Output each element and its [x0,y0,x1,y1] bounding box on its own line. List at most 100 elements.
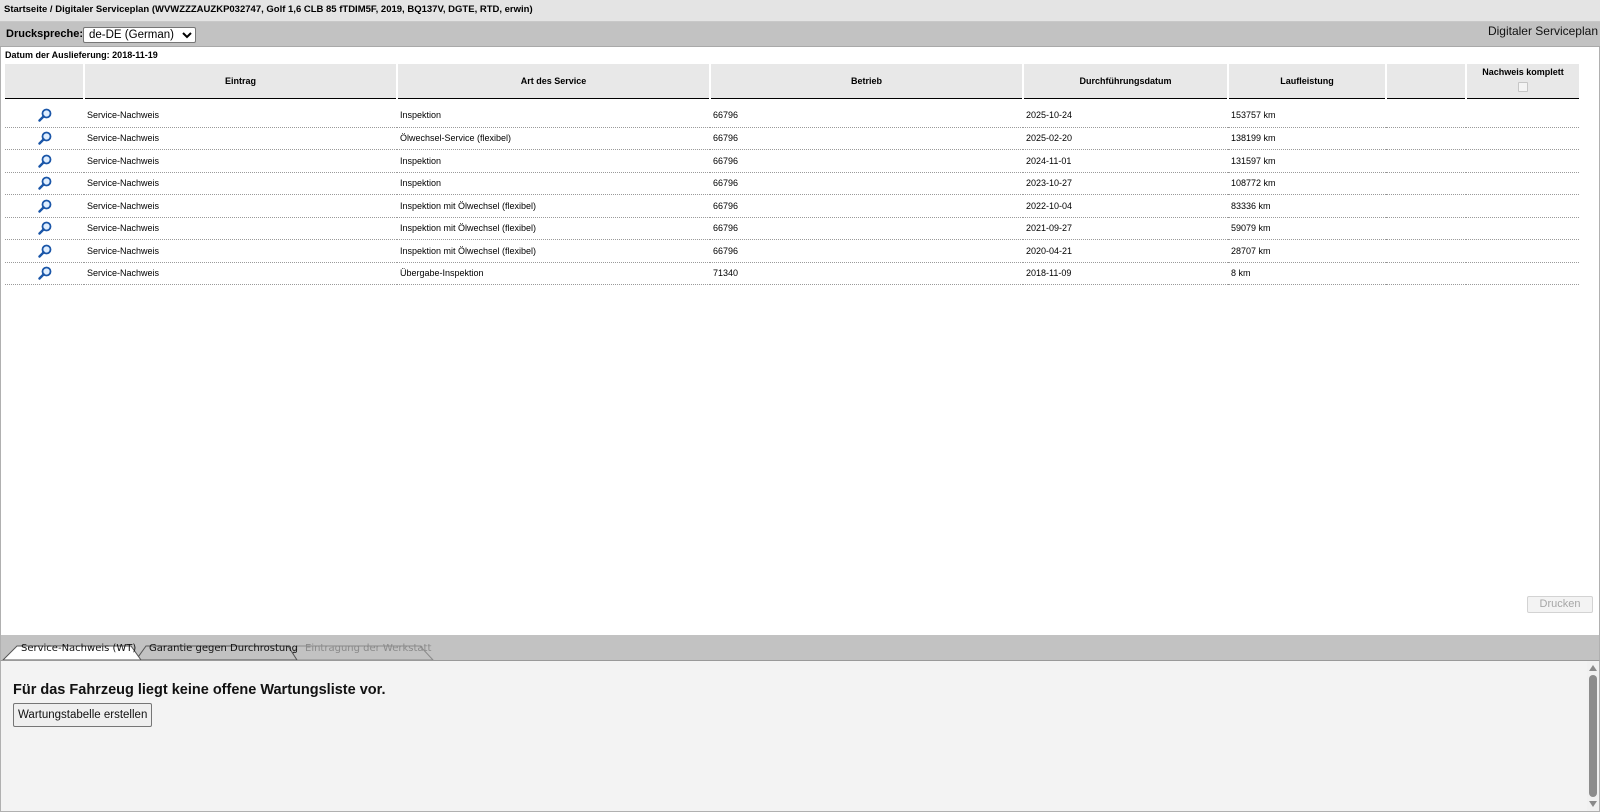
toolbar: Druckspreche: de-DE (German) Digitaler S… [0,22,1600,47]
view-title: Digitaler Serviceplan [1487,24,1598,38]
vertical-scrollbar[interactable] [1587,661,1599,811]
cell-laufleistung: 59079 km [1228,217,1386,240]
cell-laufleistung: 131597 km [1228,149,1386,173]
table-row[interactable]: Service-Nachweis Inspektion 66796 2025-10-2… [5,98,1579,128]
create-maintenance-table-button[interactable]: Wartungstabelle erstellen [13,703,153,727]
cell-durchfuehrungsdatum: 2020-04-21 [1023,239,1228,263]
header-nachweis-komplett-label: Nachweis komplett [1482,67,1564,77]
cell-art-des-service: Inspektion mit Ölwechsel (flexibel) [397,217,710,240]
table-row[interactable]: Service-Nachweis Inspektion mit Ölwechsel… [5,194,1579,218]
magnifier-icon[interactable] [37,244,52,258]
cell-empty [1386,149,1466,173]
table-header-row: Eintrag Art des Service Betrieb Durchfüh… [5,64,1579,99]
breadcrumb: Startseite / Digitaler Serviceplan (WVWZ… [0,0,1600,22]
cell-nachweis-komplett [1466,217,1579,240]
cell-empty [1386,239,1466,263]
cell-eintrag: Service-Nachweis [84,98,397,128]
cell-details [5,127,84,150]
cell-eintrag: Service-Nachweis [84,262,397,285]
tab-strip: Service-Nachweis (WT) Garantie gegen Dur… [0,635,1600,660]
cell-durchfuehrungsdatum: 2023-10-27 [1023,172,1228,195]
cell-details [5,194,84,218]
header-laufleistung[interactable]: Laufleistung [1228,64,1387,99]
table-row[interactable]: Service-Nachweis Inspektion 66796 2024-11-0… [5,149,1579,173]
cell-betrieb: 66796 [710,217,1023,240]
table-row[interactable]: Service-Nachweis Ölwechsel-Service (flexi… [5,127,1579,150]
cell-eintrag: Service-Nachweis [84,127,397,150]
header-durchfuehrungsdatum[interactable]: Durchführungsdatum [1023,64,1229,99]
cell-details [5,262,84,285]
magnifier-icon[interactable] [37,266,52,280]
cell-laufleistung: 8 km [1228,262,1386,285]
cell-eintrag: Service-Nachweis [84,149,397,173]
cell-laufleistung: 83336 km [1228,194,1386,218]
header-art-des-service[interactable]: Art des Service [397,64,711,99]
app-window: Startseite / Digitaler Serviceplan (WVWZ… [0,0,1600,812]
nachweis-komplett-checkbox[interactable] [1518,82,1528,92]
table-row[interactable]: Service-Nachweis Inspektion mit Ölwechsel… [5,217,1579,240]
cell-details [5,149,84,173]
cell-details [5,172,84,195]
print-button[interactable]: Drucken [1527,596,1593,613]
print-language-select[interactable]: de-DE (German) [83,27,196,43]
header-eintrag[interactable]: Eintrag [84,64,398,99]
cell-art-des-service: Inspektion mit Ölwechsel (flexibel) [397,239,710,263]
cell-betrieb: 71340 [710,262,1023,285]
cell-empty [1386,262,1466,285]
cell-empty [1386,194,1466,218]
magnifier-icon[interactable] [37,221,52,235]
magnifier-icon[interactable] [37,131,52,145]
magnifier-icon[interactable] [37,199,52,213]
cell-betrieb: 66796 [710,194,1023,218]
cell-art-des-service: Übergabe-Inspektion [397,262,710,285]
cell-durchfuehrungsdatum: 2018-11-09 [1023,262,1228,285]
header-icon [5,64,85,99]
cell-eintrag: Service-Nachweis [84,194,397,218]
cell-durchfuehrungsdatum: 2024-11-01 [1023,149,1228,173]
tab-garantie-durchrostung[interactable]: Garantie gegen Durchrostung [149,643,298,654]
cell-betrieb: 66796 [710,149,1023,173]
scroll-down-arrow-icon[interactable] [1589,801,1597,807]
cell-nachweis-komplett [1466,172,1579,195]
magnifier-icon[interactable] [37,176,52,190]
cell-betrieb: 66796 [710,127,1023,150]
maintenance-panel: Für das Fahrzeug liegt keine offene Wart… [0,660,1600,812]
cell-art-des-service: Inspektion [397,149,710,173]
cell-laufleistung: 28707 km [1228,239,1386,263]
magnifier-icon[interactable] [37,108,52,122]
tab-service-nachweis[interactable]: Service-Nachweis (WT) [21,643,136,654]
table-row[interactable]: Service-Nachweis Inspektion 66796 2023-10-2… [5,172,1579,195]
cell-durchfuehrungsdatum: 2021-09-27 [1023,217,1228,240]
cell-nachweis-komplett [1466,194,1579,218]
cell-durchfuehrungsdatum: 2025-02-20 [1023,127,1228,150]
header-empty [1386,64,1467,99]
delivery-date: Datum der Auslieferung: 2018-11-19 [5,50,158,60]
table-row[interactable]: Service-Nachweis Übergabe-Inspektion 71340… [5,262,1579,285]
tab-eintragung-werkstatt: Eintragung der Werkstatt [305,643,432,654]
cell-nachweis-komplett [1466,149,1579,173]
cell-details [5,98,84,128]
cell-art-des-service: Inspektion [397,172,710,195]
cell-betrieb: 66796 [710,172,1023,195]
cell-nachweis-komplett [1466,239,1579,263]
cell-empty [1386,217,1466,240]
magnifier-icon[interactable] [37,154,52,168]
cell-durchfuehrungsdatum: 2025-10-24 [1023,98,1228,128]
cell-art-des-service: Ölwechsel-Service (flexibel) [397,127,710,150]
service-plan-panel: Datum der Auslieferung: 2018-11-19 Eintr… [0,47,1600,635]
cell-empty [1386,172,1466,195]
header-betrieb[interactable]: Betrieb [710,64,1024,99]
scroll-up-arrow-icon[interactable] [1589,665,1597,671]
cell-nachweis-komplett [1466,98,1579,128]
cell-empty [1386,127,1466,150]
header-nachweis-komplett: Nachweis komplett [1466,64,1579,99]
scroll-thumb[interactable] [1589,675,1597,797]
cell-empty [1386,98,1466,128]
cell-betrieb: 66796 [710,239,1023,263]
cell-betrieb: 66796 [710,98,1023,128]
cell-eintrag: Service-Nachweis [84,172,397,195]
table-row[interactable]: Service-Nachweis Inspektion mit Ölwechsel… [5,239,1579,263]
cell-laufleistung: 138199 km [1228,127,1386,150]
cell-art-des-service: Inspektion [397,98,710,128]
cell-laufleistung: 108772 km [1228,172,1386,195]
